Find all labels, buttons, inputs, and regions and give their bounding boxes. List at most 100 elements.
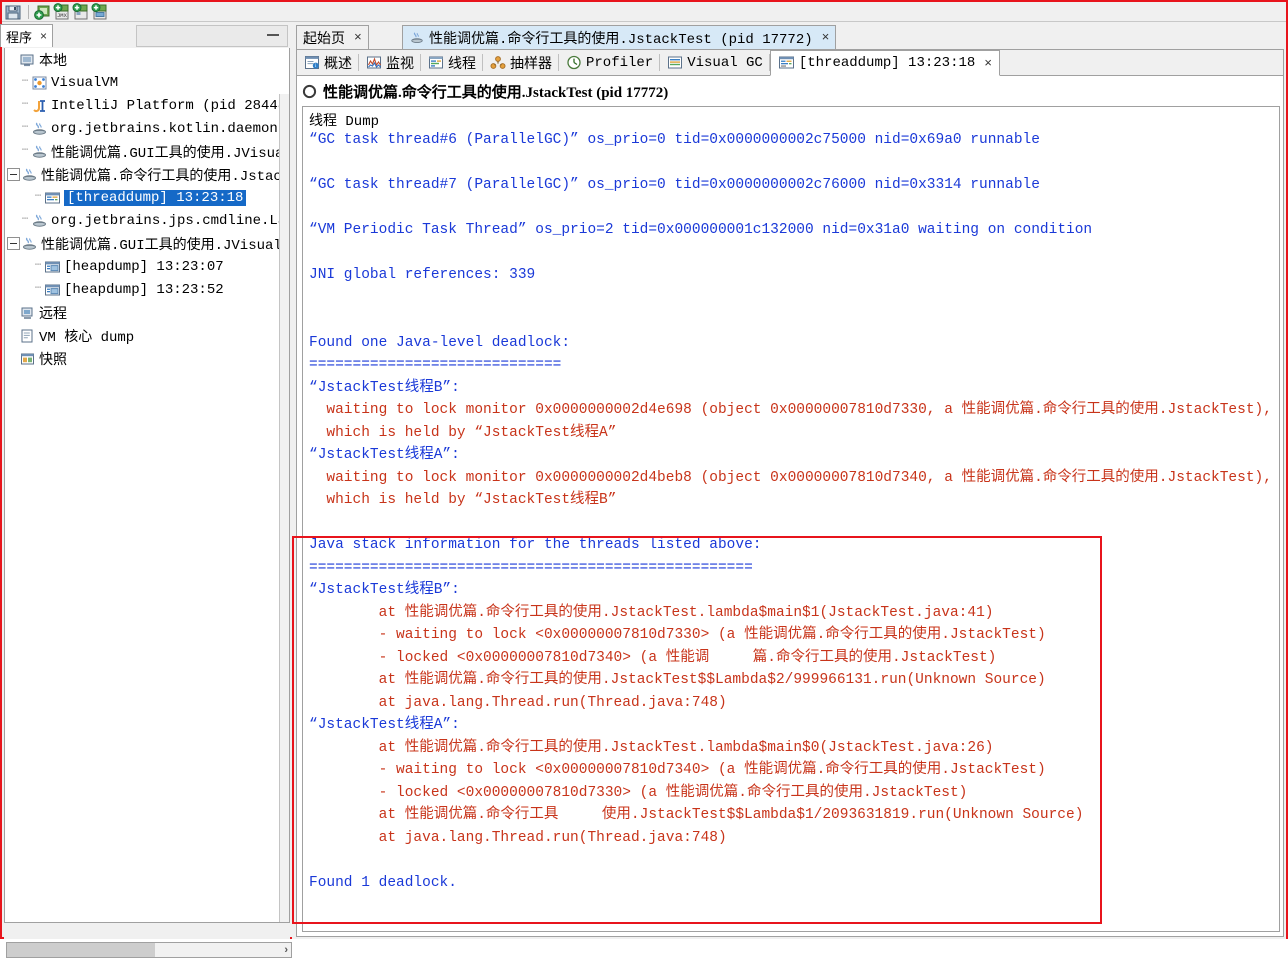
tree-line: ┄	[21, 145, 29, 157]
tree-node-gui-jvisualvm[interactable]: ┄ 性能调优篇.GUI工具的使用.JVisualV	[5, 140, 289, 163]
main-toolbar: JMX	[2, 2, 1286, 22]
tab-sampler[interactable]: 抽样器	[483, 50, 559, 75]
thread-dump-segment: ========================================…	[309, 559, 753, 576]
tree-label: 性能调优篇.命令行工具的使用.Jstac	[41, 168, 282, 185]
application-view-panel: i 概述 监视 线程 抽样器 Profiler Visual GC [threa…	[296, 49, 1284, 937]
tree-node-heapdump-2[interactable]: ┄ [heapdump] 13:23:52	[5, 278, 289, 301]
close-icon[interactable]: ×	[354, 30, 362, 45]
tree-node-kotlin-daemon[interactable]: ┄ org.jetbrains.kotlin.daemon.Kotl	[5, 117, 289, 140]
add-vm-coredump-icon[interactable]	[91, 2, 109, 21]
monitor-icon	[366, 55, 382, 70]
close-icon[interactable]: ×	[984, 56, 992, 71]
heapdump-icon	[44, 282, 61, 298]
thread-dump-line: at 性能调优篇.命令行工具的使用.JstackTest$$Lambda$2/9…	[309, 669, 1279, 692]
thread-dump-line: at 性能调优篇.命令行工具 使用.JstackTest$$Lambda$1/20…	[309, 804, 1279, 827]
visualvm-icon	[31, 75, 48, 91]
tree-node-jstacktest[interactable]: 性能调优篇.命令行工具的使用.Jstac	[5, 163, 289, 186]
sampler-icon	[490, 55, 506, 70]
thread-dump-line	[309, 242, 1279, 265]
collapse-expander-icon[interactable]	[7, 168, 20, 181]
thread-dump-line: Found 1 deadlock.	[309, 872, 1279, 895]
thread-dump-segment: =============================	[309, 357, 562, 373]
tab-threads[interactable]: 线程	[421, 50, 483, 75]
tree-node-threaddump[interactable]: ┄ [threaddump] 13:23:18	[5, 186, 289, 209]
toolbar-separator	[28, 4, 29, 19]
thread-dump-line: Java stack information for the threads l…	[309, 534, 1279, 557]
thread-dump-segment: Found 1 deadlock.	[309, 874, 457, 891]
thread-dump-line	[309, 849, 1279, 872]
thread-dump-segment: which is held by “JstackTest线程B”	[309, 492, 617, 508]
tab-threaddump[interactable]: [threaddump] 13:23:18 ×	[769, 50, 1001, 76]
applications-tree[interactable]: 本地 ┄ VisualVM ┄ IntelliJ Platform (pid 2…	[4, 48, 290, 923]
add-local-app-icon[interactable]	[34, 3, 52, 21]
thread-dump-line: “JstackTest线程B”:	[309, 377, 1279, 400]
thread-dump-segment: which is held by “JstackTest线程A”	[309, 424, 617, 441]
tab-profiler[interactable]: Profiler	[559, 50, 661, 75]
tree-label: 性能调优篇.GUI工具的使用.JVisualV	[41, 237, 289, 254]
thread-dump-segment: at 性能调优篇.命令行工具的使用.JstackTest.lambda$main…	[309, 739, 994, 756]
tree-label: [heapdump] 13:23:07	[64, 258, 224, 275]
local-host-icon	[19, 52, 36, 68]
view-subtabbar: i 概述 监视 线程 抽样器 Profiler Visual GC [threa…	[297, 50, 1283, 76]
thread-dump-segment: “GC task thread#7 (ParallelGC)” os_prio=…	[309, 177, 1040, 193]
tab-visual-gc[interactable]: Visual GC	[660, 50, 770, 75]
thread-dump-segment: Java stack information for the threads l…	[309, 537, 762, 553]
page-title: 性能调优篇.命令行工具的使用.JstackTest (pid 17772)	[323, 84, 669, 101]
tree-line: ┄	[34, 260, 42, 272]
threads-icon	[428, 55, 444, 70]
tree-line: ┄	[21, 99, 29, 111]
tab-start-page[interactable]: 起始页 ×	[296, 25, 369, 49]
thread-dump-line: which is held by “JstackTest线程B”	[309, 489, 1279, 512]
add-remote-host-icon[interactable]	[72, 2, 90, 21]
thread-dump-line: - waiting to lock <0x00000007810d7330> (…	[309, 624, 1279, 647]
thread-dump-text[interactable]: “GC task thread#6 (ParallelGC)” os_prio=…	[309, 129, 1279, 931]
save-icon[interactable]	[4, 3, 22, 21]
tab-applications[interactable]: 程序 ×	[0, 24, 54, 47]
tab-jstacktest[interactable]: 性能调优篇.命令行工具的使用.JstackTest (pid 17772) ×	[402, 25, 837, 49]
tree-line: ┄	[21, 214, 29, 226]
coredump-icon	[19, 328, 36, 344]
tab-jstacktest-label: 性能调优篇.命令行工具的使用.JstackTest (pid 17772)	[429, 31, 813, 48]
thread-dump-line	[309, 152, 1279, 175]
tree-node-snapshots[interactable]: 快照	[5, 347, 289, 370]
thread-dump-segment: at java.lang.Thread.run(Thread.java:748)	[309, 829, 727, 846]
java-icon	[31, 121, 48, 137]
thread-dump-segment: 使用.JstackTest$$Lambda$1/2093631819.run(U…	[601, 807, 1084, 823]
snapshot-icon	[19, 351, 36, 367]
close-icon[interactable]: ×	[822, 30, 830, 45]
thread-dump-segment: Found one Java-level deadlock:	[309, 334, 571, 351]
tab-visual-gc-label: Visual GC	[687, 54, 763, 71]
tree-node-visualvm[interactable]: ┄ VisualVM	[5, 71, 289, 94]
add-jmx-connection-icon[interactable]: JMX	[53, 2, 71, 21]
visualgc-icon	[667, 55, 683, 70]
minimize-icon[interactable]	[267, 34, 279, 36]
thread-dump-segment: 篇.命令行工具的使用.JstackTest)	[752, 649, 997, 666]
tab-monitor[interactable]: 监视	[359, 50, 421, 75]
tree-node-heapdump-1[interactable]: ┄ [heapdump] 13:23:07	[5, 255, 289, 278]
tree-node-remote[interactable]: 远程	[5, 301, 289, 324]
scroll-right-arrow-icon[interactable]: ›	[284, 944, 288, 956]
tree-node-vm-coredump[interactable]: VM 核心 dump	[5, 324, 289, 347]
tree-vertical-scrollbar[interactable]	[279, 94, 289, 922]
tree-node-jps-launcher[interactable]: ┄ org.jetbrains.jps.cmdline.Launch	[5, 209, 289, 232]
tab-overview[interactable]: i 概述	[297, 50, 359, 75]
heapdump-icon	[44, 259, 61, 275]
tree-node-intellij[interactable]: ┄ IntelliJ Platform (pid 28448)	[5, 94, 289, 117]
java-icon	[31, 213, 48, 229]
thread-dump-line: at 性能调优篇.命令行工具的使用.JstackTest.lambda$main…	[309, 737, 1279, 760]
tree-node-gui-jvisualvm-2[interactable]: 性能调优篇.GUI工具的使用.JVisualV	[5, 232, 289, 255]
threaddump-icon	[44, 190, 61, 206]
threaddump-icon	[778, 55, 795, 71]
thread-dump-line	[309, 197, 1279, 220]
tree-horizontal-scrollbar[interactable]: ›	[6, 942, 292, 958]
thread-dump-line: - locked <0x00000007810d7340> (a 性能调 篇.命令…	[309, 647, 1279, 670]
scrollbar-thumb[interactable]	[7, 943, 155, 957]
thread-dump-line: Found one Java-level deadlock:	[309, 332, 1279, 355]
intellij-icon	[31, 98, 48, 114]
thread-dump-segment: “JstackTest线程B”:	[309, 582, 460, 598]
thread-dump-segment: at 性能调优篇.命令行工具	[309, 807, 559, 823]
close-icon[interactable]: ×	[40, 29, 47, 43]
thread-dump-line	[309, 512, 1279, 535]
collapse-expander-icon[interactable]	[7, 237, 20, 250]
tree-node-local[interactable]: 本地	[5, 48, 289, 71]
